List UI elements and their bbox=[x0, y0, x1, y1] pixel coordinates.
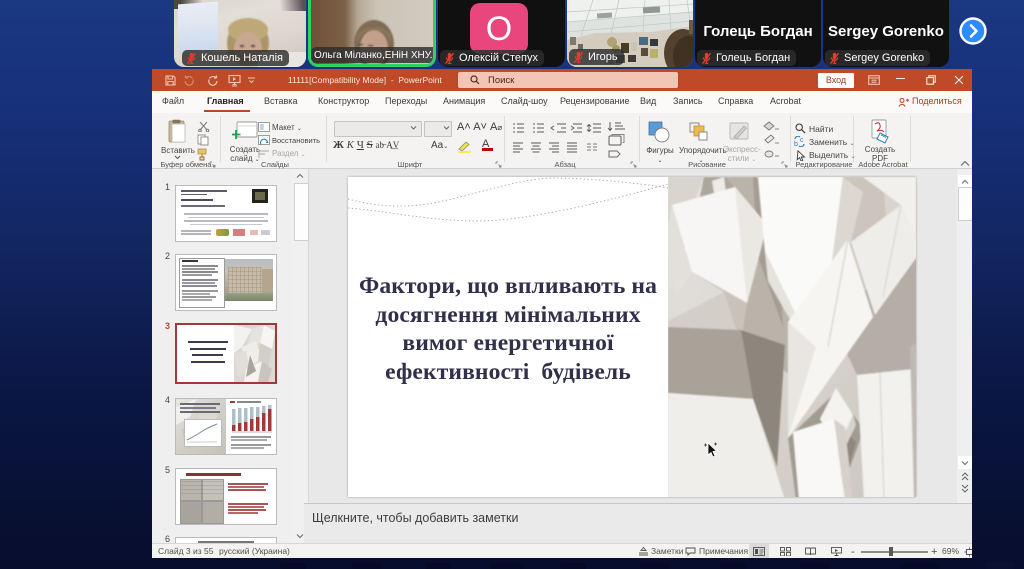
svg-text:b: b bbox=[794, 141, 798, 147]
svg-text:c: c bbox=[800, 137, 804, 144]
